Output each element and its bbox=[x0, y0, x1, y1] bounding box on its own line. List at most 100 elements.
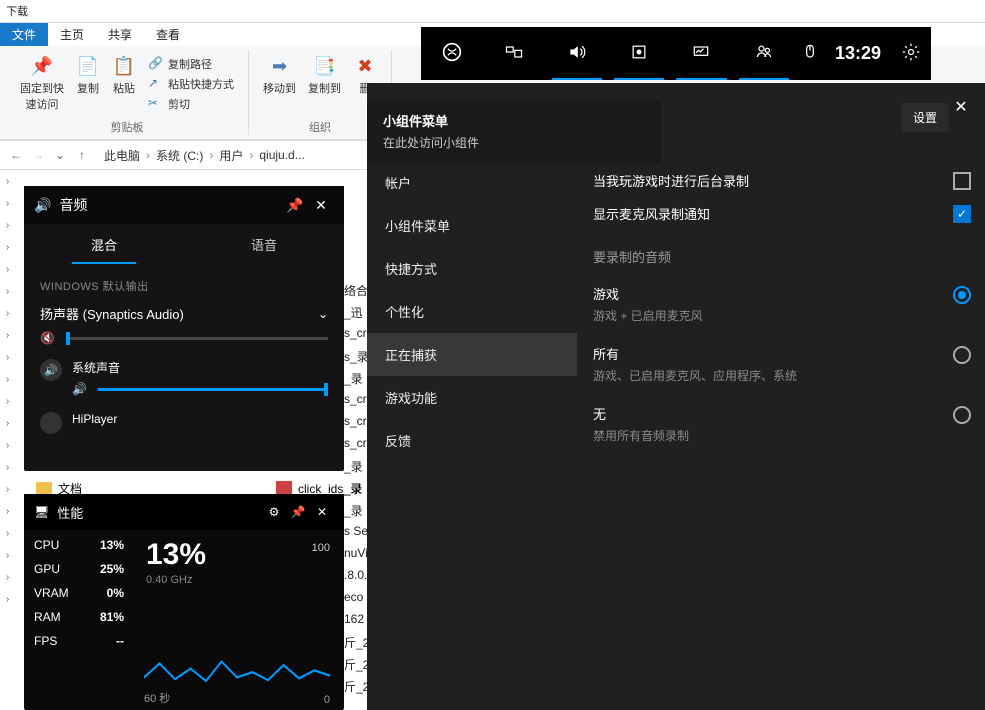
sidebar-item-capturing[interactable]: 正在捕获 bbox=[367, 333, 577, 376]
up-button[interactable]: ↑ bbox=[72, 145, 92, 165]
speaker-icon: 🔊 bbox=[40, 359, 62, 381]
options-button[interactable]: ⚙ bbox=[262, 500, 286, 524]
copy-icon: 📄 bbox=[76, 54, 100, 78]
perf-ymax: 100 bbox=[312, 542, 330, 554]
radio-all-label: 所有 bbox=[593, 344, 797, 363]
app-sound-row: HiPlayer bbox=[40, 412, 328, 434]
checkbox-bg-record[interactable] bbox=[953, 172, 971, 190]
pin-button[interactable]: 📌 bbox=[282, 192, 308, 218]
paste-button[interactable]: 📋粘贴 bbox=[106, 50, 142, 118]
gear-icon bbox=[901, 42, 921, 65]
volume-icon[interactable]: 🔊 bbox=[72, 382, 88, 396]
close-button[interactable]: ✕ bbox=[310, 500, 334, 524]
system-sound-label: 系统声音 bbox=[72, 359, 328, 376]
widgets-button[interactable] bbox=[483, 27, 545, 80]
perf-graph-area: 13% 0.40 GHz 100 60 秒 0 bbox=[134, 530, 344, 710]
sidebar-item-shortcuts[interactable]: 快捷方式 bbox=[367, 247, 577, 290]
audio-button[interactable] bbox=[546, 27, 608, 80]
radio-game-label: 游戏 bbox=[593, 284, 703, 303]
pin-button[interactable]: 📌 bbox=[286, 500, 310, 524]
pin-button[interactable]: 📌固定到快 速访问 bbox=[14, 50, 70, 118]
xbox-button[interactable] bbox=[421, 27, 483, 80]
sidebar-item-gaming[interactable]: 游戏功能 bbox=[367, 376, 577, 419]
performance-widget: 🖥 性能 ⚙ 📌 ✕ CPU13% GPU25% VRAM0% RAM81% F… bbox=[24, 494, 344, 710]
option-show-mic-label: 显示麦克风录制通知 bbox=[593, 204, 710, 223]
radio-all[interactable] bbox=[953, 346, 971, 364]
perf-freq: 0.40 GHz bbox=[146, 574, 332, 586]
paste-shortcut-button[interactable]: ↗粘贴快捷方式 bbox=[144, 74, 238, 94]
ribbon-tab-file[interactable]: 文件 bbox=[0, 23, 48, 46]
mute-icon[interactable]: 🔇 bbox=[40, 331, 56, 345]
back-button[interactable]: ← bbox=[6, 145, 26, 165]
radio-none-sub: 禁用所有音频录制 bbox=[593, 427, 689, 444]
breadcrumb-item[interactable]: 用户 bbox=[219, 147, 243, 164]
chevron-down-icon: ⌄ bbox=[318, 307, 328, 321]
perf-big-value: 13% bbox=[146, 538, 332, 572]
capture-button[interactable] bbox=[608, 27, 670, 80]
ribbon-tab-share[interactable]: 共享 bbox=[96, 23, 144, 46]
speaker-icon: 🔊 bbox=[34, 197, 51, 214]
tooltip-body: 在此处访问小组件 bbox=[383, 134, 645, 151]
settings-button[interactable] bbox=[891, 27, 931, 80]
sidebar-item-personalize[interactable]: 个性化 bbox=[367, 290, 577, 333]
breadcrumb-item[interactable]: 系统 (C:) bbox=[156, 147, 203, 164]
cut-button[interactable]: ✂剪切 bbox=[144, 94, 238, 114]
clock: 13:29 bbox=[825, 43, 891, 64]
ribbon-tab-home[interactable]: 主页 bbox=[48, 23, 96, 46]
shortcut-icon: ↗ bbox=[148, 76, 164, 92]
radio-none[interactable] bbox=[953, 406, 971, 424]
performance-button[interactable] bbox=[670, 27, 732, 80]
tree-view[interactable]: ›››››››››››››››››››› bbox=[0, 170, 24, 710]
widgets-icon bbox=[504, 42, 524, 65]
paste-icon: 📋 bbox=[112, 54, 136, 78]
stat-vram[interactable]: VRAM0% bbox=[34, 586, 124, 600]
capture-icon bbox=[629, 42, 649, 65]
tab-voice[interactable]: 语音 bbox=[184, 224, 344, 264]
perf-title: 性能 bbox=[57, 503, 262, 522]
audio-titlebar[interactable]: 🔊 音频 📌 ✕ bbox=[24, 186, 344, 224]
close-button[interactable]: ✕ bbox=[945, 91, 977, 123]
radio-game[interactable] bbox=[953, 286, 971, 304]
stat-fps[interactable]: FPS-- bbox=[34, 634, 124, 648]
pin-icon: 📌 bbox=[30, 54, 54, 78]
breadcrumb-item[interactable]: qiuju.d... bbox=[259, 148, 304, 162]
social-icon bbox=[754, 42, 774, 65]
breadcrumb-item[interactable]: 此电脑 bbox=[104, 147, 140, 164]
close-button[interactable]: ✕ bbox=[308, 192, 334, 218]
game-bar: 13:29 bbox=[421, 27, 931, 80]
perf-xr: 0 bbox=[324, 694, 330, 706]
settings-panel: ✕ 设置 帐户 小组件菜单 快捷方式 个性化 正在捕获 游戏功能 反馈 当我玩游… bbox=[367, 83, 985, 710]
stat-cpu[interactable]: CPU13% bbox=[34, 538, 124, 552]
system-sound-row: 🔊 系统声音 🔊 bbox=[40, 359, 328, 396]
master-mute-slider[interactable]: 🔇 bbox=[40, 331, 328, 345]
app-icon bbox=[40, 412, 62, 434]
move-icon: ➡ bbox=[268, 54, 292, 78]
quick-item[interactable]: 下载 bbox=[6, 3, 28, 19]
cpu-chart bbox=[144, 600, 330, 688]
explorer-quick-access-bar: 下载 bbox=[0, 0, 985, 23]
option-bg-record-label: 当我玩游戏时进行后台录制 bbox=[593, 171, 749, 190]
sidebar-item-account[interactable]: 帐户 bbox=[367, 161, 577, 204]
recent-dropdown[interactable]: ⌄ bbox=[50, 145, 70, 165]
mouse-indicator bbox=[795, 27, 825, 80]
perf-titlebar[interactable]: 🖥 性能 ⚙ 📌 ✕ bbox=[24, 494, 344, 530]
output-device-selector[interactable]: 扬声器 (Synaptics Audio) ⌄ bbox=[40, 304, 328, 323]
copy-button[interactable]: 📄复制 bbox=[70, 50, 106, 118]
tab-mix[interactable]: 混合 bbox=[24, 224, 184, 264]
checkbox-show-mic[interactable]: ✓ bbox=[953, 205, 971, 223]
stat-ram[interactable]: RAM81% bbox=[34, 610, 124, 624]
forward-button[interactable]: → bbox=[28, 145, 48, 165]
social-button[interactable] bbox=[733, 27, 795, 80]
sidebar-item-feedback[interactable]: 反馈 bbox=[367, 419, 577, 462]
copy-path-button[interactable]: 🔗复制路径 bbox=[144, 54, 238, 74]
move-to-button[interactable]: ➡移动到 bbox=[257, 50, 302, 100]
sidebar-item-widgets[interactable]: 小组件菜单 bbox=[367, 204, 577, 247]
stat-gpu[interactable]: GPU25% bbox=[34, 562, 124, 576]
copy-to-button[interactable]: 📑复制到 bbox=[302, 50, 347, 100]
settings-chip[interactable]: 设置 bbox=[901, 103, 949, 132]
ribbon-tab-view[interactable]: 查看 bbox=[144, 23, 192, 46]
audio-title: 音频 bbox=[59, 195, 282, 215]
widgets-tooltip: 小组件菜单 在此处访问小组件 bbox=[367, 99, 661, 165]
perf-stats-list: CPU13% GPU25% VRAM0% RAM81% FPS-- bbox=[24, 530, 134, 710]
system-volume-slider[interactable]: 🔊 bbox=[72, 382, 328, 396]
